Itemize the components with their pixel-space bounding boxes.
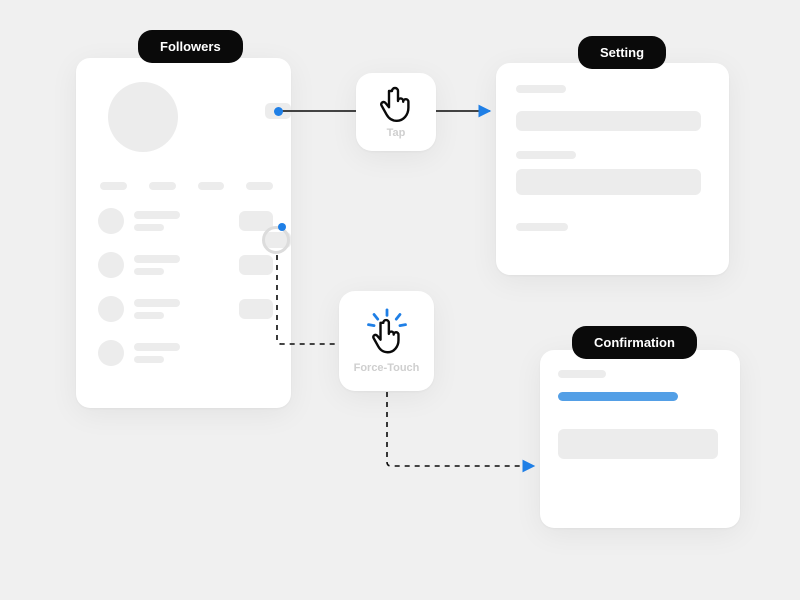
list-item — [98, 252, 273, 278]
list-item — [98, 296, 273, 322]
list-item — [98, 208, 273, 234]
stat-placeholder — [198, 182, 225, 190]
force-touch-origin-dot — [278, 223, 286, 231]
text-placeholder — [516, 151, 576, 159]
highlight-bar — [558, 392, 678, 401]
flow-diagram: Followers Setting Confirmation — [0, 0, 800, 600]
stat-placeholder — [246, 182, 273, 190]
force-touch-icon — [364, 308, 410, 358]
text-placeholder — [516, 85, 566, 93]
stat-placeholder — [100, 182, 127, 190]
field-placeholder — [558, 429, 718, 459]
tap-icon — [379, 85, 413, 123]
stat-placeholder — [149, 182, 176, 190]
confirmation-label: Confirmation — [572, 326, 697, 359]
tap-origin-dot — [274, 107, 283, 116]
follow-button-placeholder[interactable] — [239, 255, 273, 275]
force-touch-gesture: Force-Touch — [339, 291, 434, 391]
field-placeholder — [516, 169, 701, 195]
force-touch-ring-icon — [262, 226, 290, 254]
setting-screen — [496, 63, 729, 275]
field-placeholder — [516, 111, 701, 131]
followers-label: Followers — [138, 30, 243, 63]
tap-gesture-label: Tap — [387, 127, 406, 139]
setting-label: Setting — [578, 36, 666, 69]
avatar-icon — [98, 252, 124, 278]
tap-gesture: Tap — [356, 73, 436, 151]
confirmation-screen — [540, 350, 740, 528]
avatar-placeholder — [108, 82, 178, 152]
follow-button-placeholder[interactable] — [239, 299, 273, 319]
text-placeholder — [558, 370, 606, 378]
avatar-icon — [98, 208, 124, 234]
followers-screen — [76, 58, 291, 408]
force-touch-gesture-label: Force-Touch — [354, 362, 420, 374]
list-item — [98, 340, 273, 366]
stats-row — [100, 182, 273, 190]
text-placeholder — [516, 223, 568, 231]
avatar-icon — [98, 340, 124, 366]
avatar-icon — [98, 296, 124, 322]
